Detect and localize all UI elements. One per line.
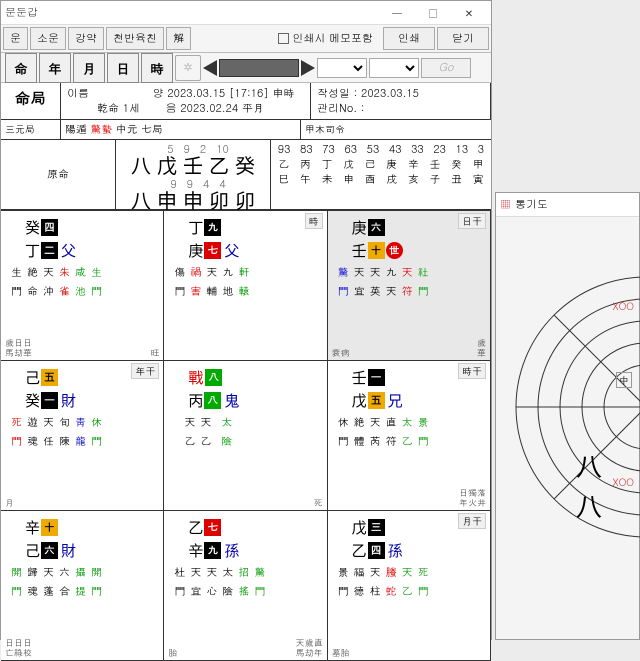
btn-day[interactable]: 日	[107, 53, 139, 83]
dropdown-2[interactable]	[369, 58, 419, 78]
sub-f: 甲木司令	[301, 120, 491, 139]
btn-month[interactable]: 月	[73, 53, 105, 83]
go-button[interactable]: Go	[421, 58, 471, 78]
person-info: 이름 양 2023.03.15 [17:16] 申時 乾命 1세 음 2023.…	[61, 83, 311, 119]
write-info: 작성일 : 2023.03.15 관리No. :	[311, 83, 491, 119]
dropdown-1[interactable]	[317, 58, 367, 78]
palace-tag: 日干	[458, 213, 486, 229]
palace-2: 日干庚六壬十世驚天天九天社門宜英天符門衰病歲華	[328, 211, 491, 361]
info-bar: 命局 이름 양 2023.03.15 [17:16] 申時 乾命 1세 음 20…	[1, 83, 491, 120]
close-btn[interactable]: 닫기	[437, 27, 489, 50]
palace-tag: 月干	[458, 513, 486, 529]
gear-icon[interactable]: ✲	[175, 55, 201, 81]
btn-strength[interactable]: 강약	[68, 27, 104, 50]
pillar-chars: 59210 八戊壬乙癸 9944 八申申卯卯	[116, 140, 271, 209]
sub-bar: 三元局 陽遁 驚蟄 中元 七局 甲木司令	[1, 120, 491, 140]
juk-label: 命局	[1, 83, 61, 119]
palace-6: 辛十己六財開歸天六攝開門魂蓬合提門日日日亡祿校	[1, 511, 164, 661]
palace-1: 時丁九庚七父傷禍天九軒門害輔地轅	[164, 211, 327, 361]
palace-0: 癸四丁二父生絶天朱咸生門命沖雀池門歲日日馬劫華旺	[1, 211, 164, 361]
palace-7: 乙七辛九孫杜天天太招驚門宜心陰搖門胎天歲直馬劫年	[164, 511, 327, 661]
maximize-button[interactable]: □	[415, 2, 451, 24]
memo-checkbox[interactable]: 인쇄시 메모포함	[278, 31, 373, 46]
side-title: 통기도	[515, 197, 548, 212]
btn-cheonban[interactable]: 천반육친	[106, 27, 164, 50]
toolbar: 운 소운 강약 천반육친 解 인쇄시 메모포함 인쇄 닫기	[1, 25, 491, 53]
btn-myeong[interactable]: 命	[5, 53, 37, 83]
daeun-col: 9383736353433323133 乙丙丁戊己庚辛壬癸甲 巳午未申酉戌亥子丑…	[271, 140, 491, 209]
pillar-label-col: 原命	[1, 140, 116, 209]
circ-ch2: 八	[576, 487, 602, 524]
next-arrow-icon[interactable]	[301, 60, 315, 76]
slider[interactable]	[219, 59, 299, 77]
window-title: 문둔갑	[5, 5, 38, 20]
app-icon: ▦	[500, 197, 511, 212]
xoo-bot: XOO	[612, 475, 634, 489]
palace-5: 時干壬一戊五兄休絶天直太景門體芮符乙門日獨落年火井	[328, 361, 491, 511]
main-window: 문둔갑 — □ ✕ 운 소운 강약 천반육친 解 인쇄시 메모포함 인쇄 닫기 …	[0, 0, 492, 640]
nav-row: 命 年 月 日 時 ✲ Go	[1, 53, 491, 83]
palace-tag: 時干	[458, 363, 486, 379]
minimize-button[interactable]: —	[379, 2, 415, 24]
btn-soun[interactable]: 소운	[30, 27, 66, 50]
sub-mid: 陽遁 驚蟄 中元 七局	[61, 120, 301, 139]
palace-8: 月干戊三乙四孫景福天螣天死門德柱蛇乙門墓胎	[328, 511, 491, 661]
window-buttons: — □ ✕	[379, 2, 487, 24]
palace-tag: 年干	[131, 363, 159, 379]
btn-un[interactable]: 운	[3, 27, 28, 50]
btn-hour[interactable]: 時	[141, 53, 173, 83]
titlebar: 문둔갑 — □ ✕	[1, 1, 491, 25]
palace-4: 戰八丙八鬼天天太乙乙陰死	[164, 361, 327, 511]
print-button[interactable]: 인쇄	[383, 27, 435, 50]
btn-hae[interactable]: 解	[166, 27, 191, 50]
btn-year[interactable]: 年	[39, 53, 71, 83]
close-button[interactable]: ✕	[451, 2, 487, 24]
sub-a: 三元局	[1, 120, 61, 139]
side-window: ▦ 통기도 XOO 中 八 八 XOO	[495, 192, 640, 640]
pillars-section: 原命 59210 八戊壬乙癸 9944 八申申卯卯 93837363534333…	[1, 140, 491, 210]
circ-ch1: 八	[576, 447, 602, 484]
side-titlebar: ▦ 통기도	[496, 193, 639, 217]
palace-grid: 癸四丁二父生絶天朱咸生門命沖雀池門歲日日馬劫華旺時丁九庚七父傷禍天九軒門害輔地轅…	[1, 210, 491, 661]
palace-3: 年干己五癸一財死遊天旬靑休門魂任陳龍門月	[1, 361, 164, 511]
xoo-top: XOO	[612, 299, 634, 313]
prev-arrow-icon[interactable]	[203, 60, 217, 76]
circle-chart: XOO 中 八 八 XOO	[496, 257, 636, 557]
palace-tag: 時	[305, 213, 323, 229]
mid-tag: 中	[616, 372, 632, 388]
